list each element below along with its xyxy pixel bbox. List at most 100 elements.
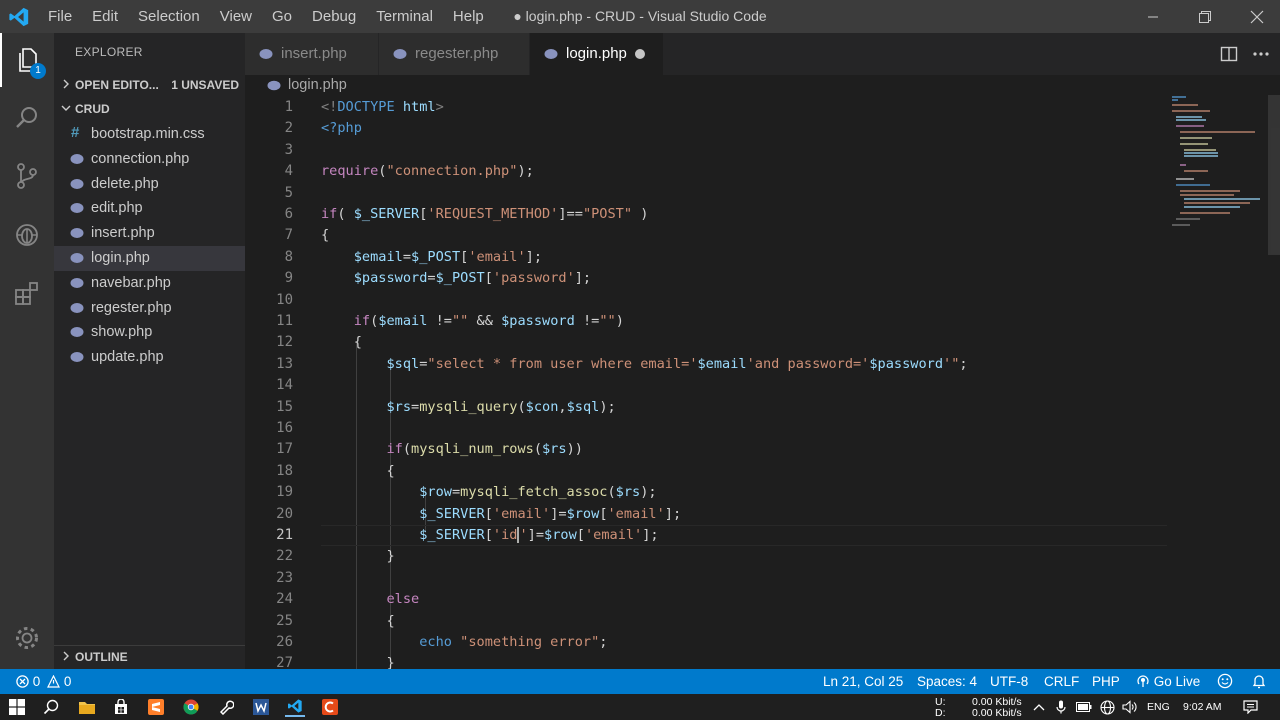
broadcast-icon <box>1137 675 1149 687</box>
restore-icon <box>1199 10 1211 23</box>
close-window-button[interactable] <box>1234 0 1280 33</box>
encoding[interactable]: UTF-8 <box>990 674 1028 689</box>
source-control-activity[interactable] <box>0 149 54 203</box>
code-editor[interactable]: 1 <!DOCTYPE html> 2 <?php 3 4 require("conn… <box>245 95 1280 669</box>
php-elephant-icon <box>70 327 84 338</box>
tab-regester-php[interactable]: regester.php <box>379 33 529 75</box>
file-name: bootstrap.min.css <box>91 126 205 142</box>
code-line: 14 <box>276 377 293 394</box>
menu-debug[interactable]: Debug <box>302 0 366 33</box>
line-ending[interactable]: CRLF <box>1044 674 1079 689</box>
code-line: 26 echo "something error"; <box>276 634 608 650</box>
code-line-current: 21 $_SERVER['id ']=$row['email']; <box>245 525 1265 547</box>
menu-file[interactable]: File <box>38 0 82 33</box>
restore-button[interactable] <box>1182 0 1228 33</box>
code-line: 3 <box>284 141 293 158</box>
chevron-down-icon <box>61 105 71 111</box>
open-editors-section[interactable]: OPEN EDITO... 1 UNSAVED <box>54 74 245 96</box>
file-item-insert-php[interactable]: insert.php <box>54 221 245 246</box>
sublime-text-icon <box>148 699 164 715</box>
start-button[interactable] <box>7 697 27 717</box>
crud-folder-section[interactable]: CRUD <box>54 98 245 120</box>
menu-go[interactable]: Go <box>262 0 302 33</box>
file-item-bootstrap-min-css[interactable]: # bootstrap.min.css <box>54 122 245 147</box>
file-name: show.php <box>91 324 153 341</box>
feedback-button[interactable] <box>1217 673 1233 692</box>
minimap[interactable] <box>1170 95 1270 235</box>
warning-count: 0 <box>63 674 72 689</box>
search-activity[interactable] <box>0 91 54 145</box>
file-item-delete-php[interactable]: delete.php <box>54 172 245 197</box>
clock[interactable]: 9:02 AM <box>1183 701 1222 713</box>
file-item-login-php[interactable]: login.php <box>54 245 245 271</box>
chrome-app[interactable] <box>181 697 201 717</box>
debug-activity[interactable] <box>0 208 54 262</box>
sublime-app[interactable] <box>146 697 166 717</box>
cursor-position[interactable]: Ln 21, Col 25 <box>823 674 903 689</box>
go-live-button[interactable]: Go Live <box>1136 674 1200 689</box>
notifications-button[interactable] <box>1251 673 1267 692</box>
tray-mic[interactable] <box>1053 697 1069 717</box>
file-name: edit.php <box>91 200 143 217</box>
windows-taskbar: U: D: 0.00 Kbit/s 0.00 Kbit/s ENG 9:02 A… <box>0 694 1280 720</box>
menu-terminal[interactable]: Terminal <box>366 0 443 33</box>
store-app[interactable] <box>111 697 131 717</box>
breadcrumb[interactable]: login.php <box>245 75 1280 95</box>
indentation[interactable]: Spaces: 4 <box>917 674 977 689</box>
action-center-button[interactable] <box>1241 697 1259 717</box>
menu-selection[interactable]: Selection <box>128 0 210 33</box>
language-mode[interactable]: PHP <box>1092 674 1120 689</box>
outline-section[interactable]: OUTLINE <box>54 645 245 667</box>
net-down-speed: 0.00 Kbit/s <box>972 707 1022 719</box>
file-name: navebar.php <box>91 274 171 291</box>
explorer-sidebar: EXPLORER OPEN EDITO... 1 UNSAVED CRUD # b… <box>54 33 245 669</box>
php-elephant-icon <box>70 203 84 214</box>
word-icon <box>253 699 269 715</box>
tab-login-php[interactable]: login.php <box>530 33 663 75</box>
wrench-icon <box>219 700 234 715</box>
tray-network[interactable] <box>1098 697 1116 717</box>
code-line: 18 { <box>276 462 395 479</box>
code-line: 20 $_SERVER['email']=$row['email']; <box>276 505 682 522</box>
explorer-badge: 1 <box>30 63 46 79</box>
file-item-navebar-php[interactable]: navebar.php <box>54 271 245 296</box>
vertical-scrollbar[interactable] <box>1268 95 1280 255</box>
php-elephant-icon <box>267 80 281 91</box>
file-item-show-php[interactable]: show.php <box>54 320 245 345</box>
menu-view[interactable]: View <box>210 0 262 33</box>
vscode-app[interactable] <box>285 697 305 717</box>
manage-activity[interactable] <box>0 611 54 665</box>
file-name: insert.php <box>91 225 155 242</box>
tray-volume[interactable] <box>1120 697 1138 717</box>
file-name: delete.php <box>91 175 159 192</box>
more-actions-icon[interactable] <box>1252 51 1270 57</box>
file-item-regester-php[interactable]: regester.php <box>54 296 245 321</box>
code-line: 4 require("connection.php"); <box>284 163 534 180</box>
file-item-update-php[interactable]: update.php <box>54 345 245 370</box>
tool-app[interactable] <box>216 697 236 717</box>
bell-icon <box>1252 675 1266 689</box>
tab-label: insert.php <box>281 45 347 62</box>
word-app[interactable] <box>251 697 271 717</box>
minimize-button[interactable] <box>1130 0 1176 33</box>
unsaved-dot-icon[interactable] <box>635 49 645 59</box>
code-line: 25 { <box>276 612 395 629</box>
tab-insert-php[interactable]: insert.php <box>245 33 378 75</box>
file-item-edit-php[interactable]: edit.php <box>54 196 245 221</box>
vscode-logo-icon <box>9 7 29 27</box>
file-item-connection-php[interactable]: connection.php <box>54 147 245 172</box>
menu-help[interactable]: Help <box>443 0 494 33</box>
tray-battery[interactable] <box>1075 697 1093 717</box>
code-line: 5 <box>284 184 293 201</box>
code-line: 27 } <box>276 655 395 669</box>
file-explorer-app[interactable] <box>77 697 97 717</box>
taskbar-search-button[interactable] <box>41 697 61 717</box>
explorer-activity[interactable]: 1 <box>0 33 54 87</box>
menu-edit[interactable]: Edit <box>82 0 128 33</box>
tray-chevron[interactable] <box>1031 697 1047 717</box>
problems-indicator[interactable]: 0 0 <box>16 674 71 689</box>
split-editor-icon[interactable] <box>1220 46 1238 62</box>
input-language[interactable]: ENG <box>1147 701 1170 713</box>
extensions-activity[interactable] <box>0 267 54 321</box>
codeigniter-app[interactable] <box>320 697 340 717</box>
